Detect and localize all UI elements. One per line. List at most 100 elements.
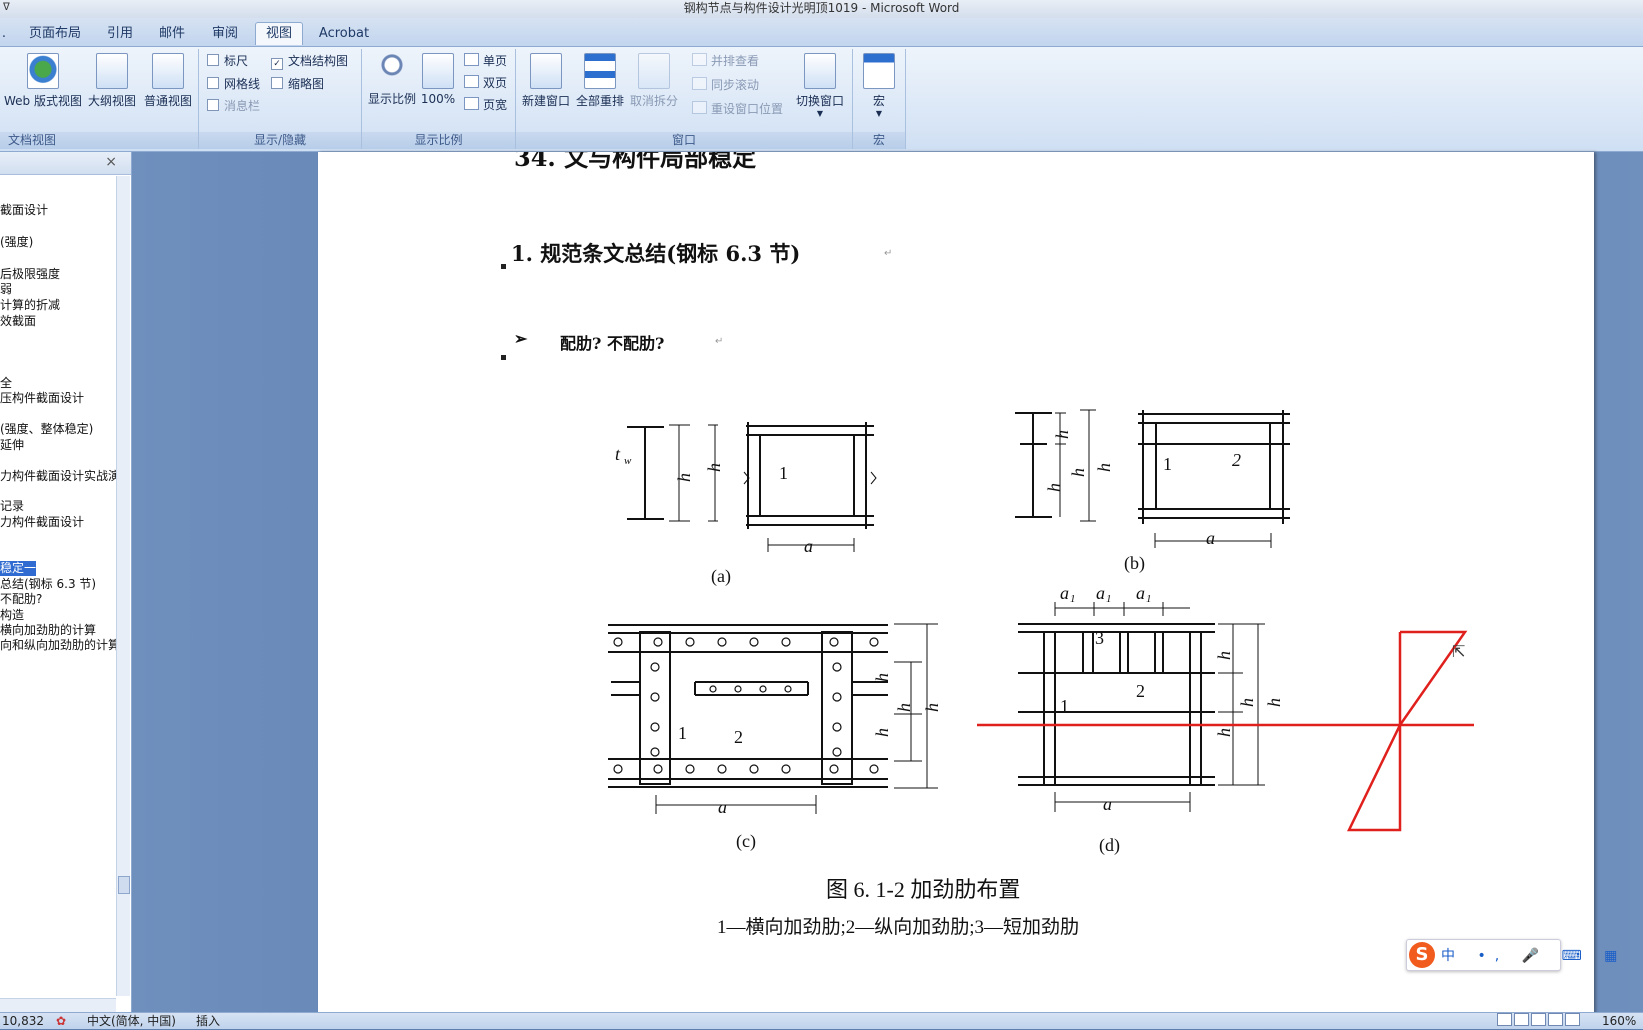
nav-scroll-thumb[interactable] [118, 876, 130, 894]
svg-text:h: h [1094, 463, 1114, 472]
group-label-show-hide: 显示/隐藏 [199, 132, 361, 149]
view-shortcut-icons[interactable] [1497, 1013, 1582, 1030]
tab-partial[interactable]: . [0, 23, 8, 45]
svg-text:3: 3 [1095, 628, 1104, 648]
two-pages-button[interactable]: 双页 [464, 73, 507, 93]
thumbnails-checkbox[interactable]: 缩略图 [271, 75, 324, 93]
ime-toolbar[interactable]: S 中 •, 🎤 ⌨ ▦ [1406, 939, 1617, 971]
nav-item[interactable]: (强度) [0, 235, 33, 250]
tab-view[interactable]: 视图 [255, 22, 303, 45]
draft-view-button[interactable]: 普通视图 [140, 53, 196, 109]
system-menu-icon[interactable]: ᐁ [3, 0, 10, 16]
group-label-document-views: 文档视图 [0, 132, 198, 149]
nav-item[interactable]: 截面设计 [0, 203, 48, 218]
svg-text:a: a [1096, 583, 1105, 603]
nav-item[interactable]: 弱 [0, 282, 12, 297]
nav-item[interactable]: (强度、整体稳定) [0, 422, 93, 437]
nav-item[interactable]: 横向加劲肋的计算 [0, 623, 96, 638]
draft-page-icon [152, 53, 184, 89]
svg-text:t: t [615, 444, 621, 464]
ruler-box [207, 54, 219, 66]
tab-page-layout[interactable]: 页面布局 [22, 23, 88, 45]
svg-text:1: 1 [779, 463, 788, 483]
nav-item[interactable]: 全 [0, 376, 12, 391]
close-icon[interactable]: × [105, 154, 117, 170]
svg-text:a: a [1206, 528, 1215, 548]
nav-item[interactable]: 总结(钢标 6.3 节) [0, 577, 96, 592]
zoom-level[interactable]: 160% [1602, 1013, 1636, 1029]
nav-item-selected[interactable]: 稳定一 [0, 561, 37, 576]
print-layout-icon [1497, 1013, 1512, 1026]
ime-toolbar-items[interactable]: 中 •, 🎤 ⌨ ▦ [1441, 945, 1626, 965]
svg-text:h: h [1044, 483, 1064, 492]
ribbon: Web 版式视图 大纲视图 普通视图 文档视图 标尺 网格线 消息栏 ✓ 文档结构… [0, 47, 1643, 152]
svg-text:h: h [1214, 651, 1234, 660]
web-layout-button[interactable]: Web 版式视图 [4, 53, 82, 109]
synchronous-scrolling-button[interactable]: 同步滚动 [692, 75, 759, 95]
nav-item[interactable]: 后极限强度 [0, 267, 60, 282]
title-bar: ᐁ 钢构节点与构件设计光明顶1019 - Microsoft Word [0, 0, 1643, 18]
nav-item[interactable]: 力构件截面设计 [0, 515, 84, 530]
tab-references[interactable]: 引用 [98, 23, 142, 45]
nav-item[interactable]: 记录 [0, 499, 24, 514]
svg-text:a: a [804, 536, 813, 556]
arrange-all-icon [584, 53, 616, 89]
switch-windows-button[interactable]: 切换窗口 ▼ [792, 53, 848, 118]
reading-layout-icon [1514, 1013, 1529, 1026]
svg-text:h: h [872, 673, 892, 682]
remove-split-button[interactable]: 取消拆分 [628, 53, 680, 109]
tab-review[interactable]: 审阅 [203, 23, 247, 45]
side-by-side-icon [692, 53, 707, 66]
page-width-icon [464, 97, 479, 110]
outline-view-button[interactable]: 大纲视图 [86, 53, 138, 109]
insert-mode-indicator[interactable]: 插入 [196, 1013, 220, 1029]
svg-text:1: 1 [1163, 454, 1172, 474]
svg-text:w: w [624, 455, 632, 467]
nav-item[interactable]: 压构件截面设计 [0, 391, 84, 406]
word-count[interactable]: 10,832 [2, 1013, 44, 1029]
nav-item[interactable]: 效截面 [0, 314, 36, 329]
svg-text:1: 1 [678, 723, 687, 743]
reset-window-position-button[interactable]: 重设窗口位置 [692, 99, 783, 119]
svg-text:a: a [718, 797, 727, 817]
svg-text:1: 1 [1070, 593, 1076, 605]
reset-position-icon [692, 101, 707, 114]
zoom-button[interactable]: 显示比例 [366, 53, 418, 107]
page-100-icon [422, 53, 454, 89]
new-window-button[interactable]: 新建窗口 [520, 53, 572, 109]
proofing-icon[interactable]: ✿ [56, 1013, 66, 1029]
nav-item[interactable]: 向和纵向加劲肋的计算 [0, 638, 120, 653]
tab-acrobat[interactable]: Acrobat [314, 23, 374, 45]
ruler-checkbox[interactable]: 标尺 [207, 52, 248, 70]
nav-horizontal-scrollbar[interactable] [0, 998, 116, 1012]
nav-vertical-scrollbar[interactable] [116, 176, 130, 996]
group-label-zoom: 显示比例 [362, 132, 515, 149]
nav-item[interactable]: 力构件截面设计实战演 [0, 469, 120, 484]
language-indicator[interactable]: 中文(简体, 中国) [87, 1013, 176, 1029]
message-bar-box [207, 99, 219, 111]
svg-text:h: h [704, 463, 724, 472]
split-icon [638, 53, 670, 89]
svg-text:2: 2 [734, 727, 743, 747]
window-title: 钢构节点与构件设计光明顶1019 - Microsoft Word [683, 1, 960, 15]
gridlines-checkbox[interactable]: 网格线 [207, 75, 260, 93]
svg-text:h: h [1237, 698, 1257, 707]
tab-mailings[interactable]: 邮件 [150, 23, 194, 45]
arrange-all-button[interactable]: 全部重排 [574, 53, 626, 109]
nav-item[interactable]: 构造 [0, 608, 24, 623]
nav-item[interactable]: 延伸 [0, 438, 24, 453]
macros-button[interactable]: 宏 ▼ [861, 53, 897, 118]
web-layout-icon [1531, 1013, 1546, 1026]
nav-item[interactable]: 计算的折减 [0, 298, 60, 313]
document-page[interactable]: 34. 文与构件局部稳定 1. 规范条文总结(钢标 6.3 节) ↵ ➢ 配肋?… [318, 152, 1594, 1020]
message-bar-checkbox[interactable]: 消息栏 [207, 97, 260, 115]
group-window: 新建窗口 全部重排 取消拆分 并排查看 同步滚动 重设窗口位置 切换窗口 ▼ 窗… [516, 49, 853, 149]
page-width-button[interactable]: 页宽 [464, 95, 507, 115]
svg-text:1: 1 [1146, 593, 1152, 605]
one-page-button[interactable]: 单页 [464, 51, 507, 71]
document-map-checkbox[interactable]: ✓ 文档结构图 [271, 52, 348, 70]
nav-item[interactable]: 不配肋? [0, 592, 42, 607]
zoom-100-button[interactable]: 100% [418, 53, 458, 106]
view-side-by-side-button[interactable]: 并排查看 [692, 51, 759, 71]
svg-text:a: a [1136, 583, 1145, 603]
